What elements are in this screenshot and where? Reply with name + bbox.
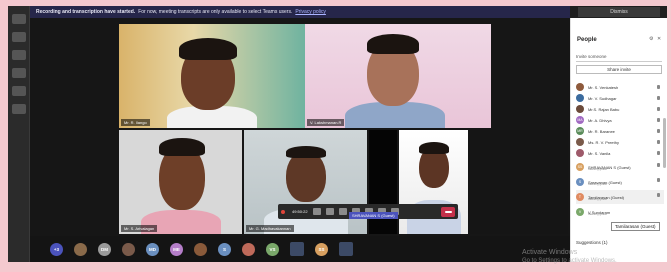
- participant-name: Mr. G. Madhavakannan: [246, 225, 294, 232]
- mic-muted-icon: [657, 118, 660, 122]
- recording-icon: [281, 209, 285, 214]
- avatar: V: [576, 208, 584, 216]
- mic-muted-icon: [657, 163, 660, 167]
- empty-area: [468, 130, 568, 234]
- calls-icon[interactable]: [11, 86, 26, 96]
- video-stage: Mr. R. Ilango V. Lakshmanan.R Mr. S. Ari…: [30, 18, 570, 236]
- share-tray-icon[interactable]: [338, 208, 347, 215]
- name-tooltip: Tamilarasan (Guest): [611, 222, 660, 231]
- participant-name: Mr. R. Ilango: [121, 119, 150, 126]
- participant-row[interactable]: Mr. S. Vanila: [576, 148, 664, 158]
- more-options-icon[interactable]: [657, 193, 660, 197]
- mic-muted-icon: [657, 107, 660, 111]
- participant-row[interactable]: S Saravanan (Guest) Meeting guest: [576, 175, 664, 189]
- settings-icon[interactable]: ⚙: [649, 37, 654, 42]
- video-tile[interactable]: Mr. S. Arivalagan: [119, 130, 242, 234]
- privacy-policy-link[interactable]: Privacy policy: [295, 9, 326, 15]
- avatar: T: [576, 193, 584, 201]
- banner-text: For now, meeting transcripts are only av…: [138, 9, 293, 15]
- mic-muted-icon: [657, 151, 660, 155]
- dismiss-button[interactable]: Dismiss: [578, 7, 660, 17]
- overflow-avatar[interactable]: +3: [50, 242, 63, 256]
- participant-row[interactable]: Mr. V. Sudhagar: [576, 93, 664, 103]
- calendar-icon[interactable]: [11, 68, 26, 78]
- teams-icon[interactable]: [11, 50, 26, 60]
- suggestions-header[interactable]: Suggestions (1): [576, 240, 608, 245]
- avatar[interactable]: ME: [170, 242, 183, 256]
- avatar[interactable]: [242, 242, 255, 256]
- invite-input[interactable]: Invite someone: [576, 54, 662, 62]
- avatar[interactable]: DM: [98, 242, 111, 256]
- avatar: [576, 83, 584, 91]
- participant-row[interactable]: Mr. S. Venkatesh: [576, 82, 664, 92]
- presenter-label: SHRAVANAN S (Guest): [349, 212, 398, 219]
- avatar: S: [576, 178, 584, 186]
- avatar[interactable]: VS: [266, 242, 279, 256]
- participant-row[interactable]: Mr.S. Rajan Babu: [576, 104, 664, 114]
- avatar[interactable]: [194, 242, 207, 256]
- avatar: [576, 149, 584, 157]
- people-title: People: [577, 37, 597, 43]
- avatar[interactable]: SS: [315, 242, 328, 256]
- avatar: MA: [576, 116, 584, 124]
- mic-muted-icon: [657, 85, 660, 89]
- mic-muted-icon: [657, 178, 660, 182]
- avatar: [576, 105, 584, 113]
- mic-muted-icon: [657, 96, 660, 100]
- teams-window: Recording and transcription have started…: [8, 6, 667, 262]
- scrollbar[interactable]: [663, 118, 666, 168]
- avatar[interactable]: MD: [146, 242, 159, 256]
- files-icon[interactable]: [11, 104, 26, 114]
- participant-strip: +3 DM MD ME S VS SS: [30, 236, 570, 262]
- avatar: SS: [576, 163, 584, 171]
- mic-muted-icon: [657, 140, 660, 144]
- meeting-timer: 49:50:22: [292, 209, 308, 214]
- participant-row[interactable]: MR Mr. R. Baranee: [576, 126, 664, 136]
- windows-watermark: Activate Windows Go to Settings to activ…: [522, 249, 617, 264]
- app-rail: [8, 6, 30, 262]
- chat-icon[interactable]: [11, 32, 26, 42]
- share-invite-button[interactable]: Share invite: [576, 65, 662, 74]
- mic-muted-icon: [657, 129, 660, 133]
- mic-icon[interactable]: [325, 208, 334, 215]
- participant-row[interactable]: MA Mr. A. Dhivya: [576, 115, 664, 125]
- participant-row[interactable]: SS SHRAVANAN S (Guest) Meeting guest: [576, 160, 664, 174]
- recording-banner: Recording and transcription have started…: [30, 6, 570, 18]
- avatar[interactable]: S: [218, 242, 231, 256]
- avatar: MR: [576, 127, 584, 135]
- close-icon[interactable]: ✕: [657, 37, 662, 42]
- avatar: [576, 94, 584, 102]
- video-thumbnail[interactable]: [290, 242, 304, 256]
- avatar: [576, 138, 584, 146]
- avatar[interactable]: [74, 242, 87, 256]
- video-tile[interactable]: V. Lakshmanan.R: [305, 24, 491, 128]
- camera-icon[interactable]: [312, 208, 321, 215]
- participant-row[interactable]: T Tamilarasan (Guest) Meeting guest: [576, 190, 664, 204]
- participant-name: V. Lakshmanan.R: [307, 119, 345, 126]
- banner-title: Recording and transcription have started…: [36, 9, 136, 15]
- hang-up-icon: [444, 210, 452, 213]
- leave-button[interactable]: [441, 206, 455, 217]
- participant-row[interactable]: Ms. R. V. Preethy: [576, 137, 664, 147]
- participant-name: Mr. S. Arivalagan: [121, 225, 158, 232]
- avatar[interactable]: [122, 242, 135, 256]
- video-thumbnail[interactable]: [339, 242, 353, 256]
- activity-icon[interactable]: [11, 14, 26, 24]
- participant-row[interactable]: V V Sundaram Meeting guest: [576, 205, 664, 219]
- video-tile[interactable]: Mr. R. Ilango: [119, 24, 305, 128]
